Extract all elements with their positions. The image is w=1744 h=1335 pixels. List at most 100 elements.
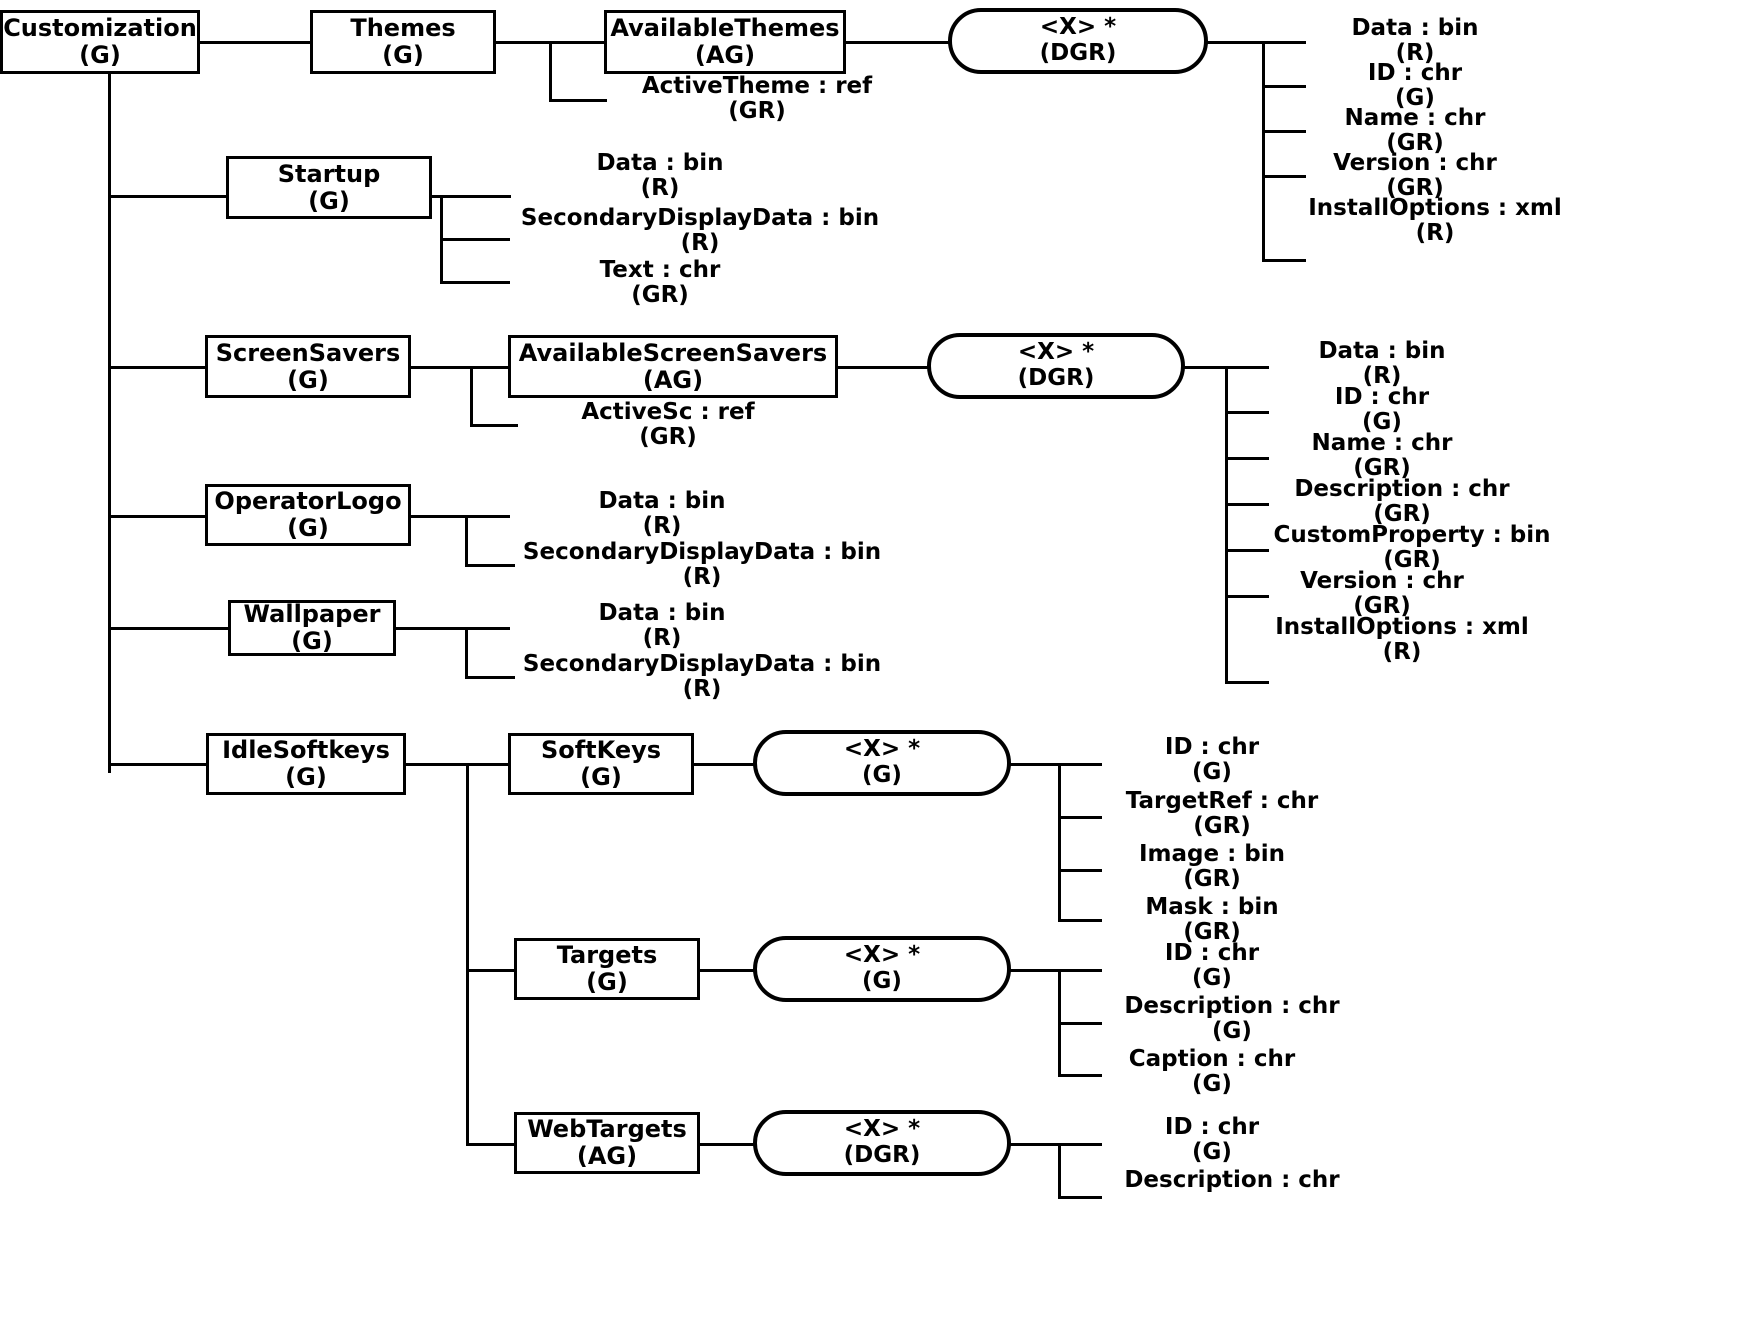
attr-wp-secondary-kind: (R) xyxy=(682,676,722,703)
node-theme-item-name: <X> * xyxy=(1039,14,1117,41)
idlesoftkeys-child-bus xyxy=(466,763,469,1145)
attr-ss-customproperty: CustomProperty : bin (GR) xyxy=(1232,522,1592,574)
startup-attr-stub-2 xyxy=(440,238,510,241)
attr-wp-data-kind: (R) xyxy=(642,625,682,652)
attr-ol-secondary-name: SecondaryDisplayData : bin xyxy=(522,539,882,565)
attr-ss-description: Description : chr (GR) xyxy=(1232,476,1572,528)
node-screensaver-item[interactable]: <X> * (DGR) xyxy=(927,333,1185,399)
node-webtargets-kind: (AG) xyxy=(576,1142,638,1170)
node-webtargets-item-kind: (DGR) xyxy=(843,1142,921,1168)
edge-startup-bus xyxy=(431,195,511,198)
attr-sk-mask: Mask : bin (GR) xyxy=(1062,894,1362,946)
edge-softkeys-item-bus xyxy=(1010,763,1062,766)
edge-active-theme-stub xyxy=(549,99,607,102)
node-available-themes[interactable]: AvailableThemes (AG) xyxy=(604,10,846,74)
attr-wp-secondary-name: SecondaryDisplayData : bin xyxy=(522,651,882,677)
attr-theme-id: ID : chr (G) xyxy=(1265,60,1565,112)
node-customization-kind: (G) xyxy=(79,41,121,69)
attr-ss-version-name: Version : chr xyxy=(1300,568,1464,594)
node-themes[interactable]: Themes (G) xyxy=(310,10,496,74)
attr-startup-secondary: SecondaryDisplayData : bin (R) xyxy=(510,205,890,257)
screensavers-bus-vertical xyxy=(470,366,473,427)
node-startup[interactable]: Startup (G) xyxy=(226,156,432,219)
node-wallpaper[interactable]: Wallpaper (G) xyxy=(228,600,396,656)
attr-sk-image-kind: (GR) xyxy=(1183,866,1241,893)
node-softkeys[interactable]: SoftKeys (G) xyxy=(508,733,694,795)
node-customization[interactable]: Customization (G) xyxy=(0,10,200,74)
ol-attr-stub-2 xyxy=(465,564,515,567)
attr-theme-name: Name : chr (GR) xyxy=(1265,105,1565,157)
node-screensavers[interactable]: ScreenSavers (G) xyxy=(205,335,411,398)
node-operator-logo-kind: (G) xyxy=(287,514,329,542)
attr-tg-id-name: ID : chr xyxy=(1164,940,1260,966)
attr-tg-id-kind: (G) xyxy=(1192,965,1232,992)
edge-theme-item-bus xyxy=(1207,41,1265,44)
attr-tg-description-kind: (G) xyxy=(1212,1018,1252,1045)
node-customization-name: Customization xyxy=(3,14,197,43)
node-theme-item[interactable]: <X> * (DGR) xyxy=(948,8,1208,74)
attr-ss-description-name: Description : chr xyxy=(1294,476,1510,502)
wt-attr-bus xyxy=(1058,1143,1061,1199)
attr-sk-id-kind: (G) xyxy=(1192,759,1232,786)
node-operator-logo[interactable]: OperatorLogo (G) xyxy=(205,484,411,546)
attr-ss-id: ID : chr (G) xyxy=(1232,384,1532,436)
edge-trunk-startup xyxy=(108,195,228,198)
node-webtargets-item[interactable]: <X> * (DGR) xyxy=(753,1110,1011,1176)
startup-attr-stub-3 xyxy=(440,281,510,284)
attr-ss-name-name: Name : chr xyxy=(1311,430,1453,456)
node-screensaver-item-kind: (DGR) xyxy=(1017,365,1095,391)
node-targets-item-kind: (G) xyxy=(862,968,902,994)
node-wallpaper-kind: (G) xyxy=(291,627,333,655)
edge-trunk-wallpaper xyxy=(108,627,228,630)
edge-webtargets-item xyxy=(699,1143,757,1146)
attr-sk-targetref: TargetRef : chr (GR) xyxy=(1062,788,1382,840)
attr-ss-version: Version : chr (GR) xyxy=(1232,568,1532,620)
attr-startup-text-name: Text : chr xyxy=(599,257,721,283)
node-operator-logo-name: OperatorLogo xyxy=(214,487,402,516)
edge-screensaver-item-bus xyxy=(1184,366,1228,369)
node-softkeys-name: SoftKeys xyxy=(540,736,662,765)
attr-wt-description-name: Description : chr xyxy=(1124,1167,1340,1193)
attr-sk-targetref-name: TargetRef : chr xyxy=(1125,788,1319,814)
attr-startup-text: Text : chr (GR) xyxy=(510,257,810,309)
node-softkeys-kind: (G) xyxy=(580,763,622,791)
attr-theme-version-name: Version : chr xyxy=(1333,150,1497,176)
attr-theme-installoptions-kind: (R) xyxy=(1415,220,1455,247)
attr-ol-secondary: SecondaryDisplayData : bin (R) xyxy=(512,539,892,591)
node-screensavers-kind: (G) xyxy=(287,365,329,394)
node-softkeys-item-kind: (G) xyxy=(862,762,902,788)
attr-startup-data-kind: (R) xyxy=(640,175,680,202)
edge-targets-item-bus xyxy=(1010,969,1062,972)
edge-activesc-stub xyxy=(470,424,518,427)
node-targets-item-name: <X> * xyxy=(843,942,921,969)
edge-screensavers-bus xyxy=(410,366,510,369)
node-webtargets[interactable]: WebTargets (AG) xyxy=(514,1112,700,1174)
node-targets[interactable]: Targets (G) xyxy=(514,938,700,1000)
attr-sk-id-name: ID : chr xyxy=(1164,734,1260,760)
node-targets-item[interactable]: <X> * (G) xyxy=(753,936,1011,1002)
edge-wallpaper-bus xyxy=(395,627,510,630)
node-softkeys-item[interactable]: <X> * (G) xyxy=(753,730,1011,796)
node-targets-name: Targets xyxy=(556,941,658,970)
attr-active-theme-kind: (GR) xyxy=(728,98,786,125)
diagram-canvas: Customization (G) Themes (G) AvailableTh… xyxy=(0,0,1744,1335)
attr-startup-data-name: Data : bin xyxy=(596,150,724,176)
attr-theme-id-name: ID : chr xyxy=(1367,60,1463,86)
edge-targets-item xyxy=(699,969,757,972)
attr-ss-data-name: Data : bin xyxy=(1318,338,1446,364)
attr-ol-data: Data : bin (R) xyxy=(512,488,812,540)
node-available-screensavers[interactable]: AvailableScreenSavers (AG) xyxy=(508,335,838,398)
attr-startup-secondary-kind: (R) xyxy=(680,230,720,257)
attr-active-sc-name: ActiveSc : ref xyxy=(581,399,755,425)
attr-ol-data-name: Data : bin xyxy=(598,488,726,514)
node-available-screensavers-name: AvailableScreenSavers xyxy=(518,338,828,367)
attr-theme-installoptions-name: InstallOptions : xml xyxy=(1308,195,1562,221)
attr-active-theme: ActiveTheme : ref (GR) xyxy=(607,73,907,125)
attr-tg-description: Description : chr (G) xyxy=(1062,993,1402,1045)
wt-attr-stub-2 xyxy=(1058,1196,1102,1199)
node-idle-softkeys[interactable]: IdleSoftkeys (G) xyxy=(206,733,406,795)
edge-webtargets-item-bus xyxy=(1010,1143,1062,1146)
attr-ss-installoptions-kind: (R) xyxy=(1382,639,1422,666)
edge-customization-themes xyxy=(199,41,311,44)
attr-ol-data-kind: (R) xyxy=(642,513,682,540)
